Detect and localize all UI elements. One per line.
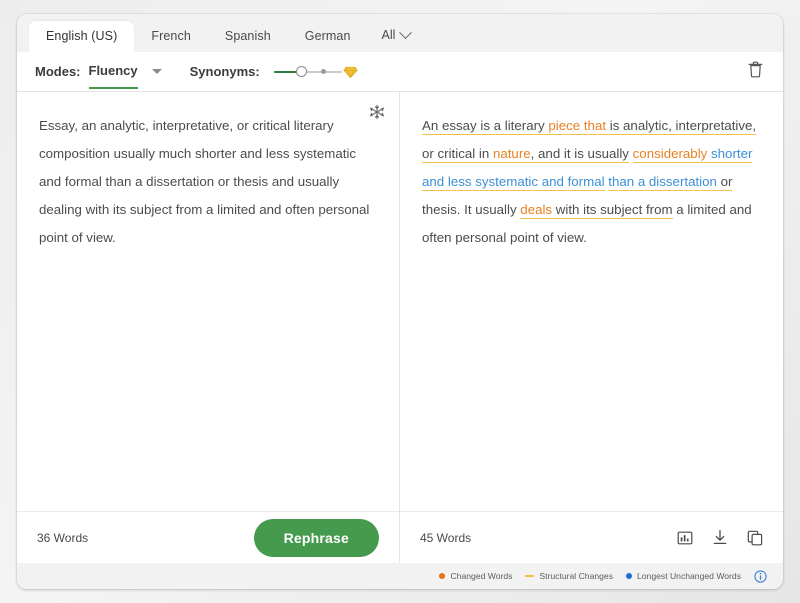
tab-english-us[interactable]: English (US) [29, 20, 135, 52]
legend-marker-dot [439, 573, 446, 579]
source-footer: 36 Words Rephrase [17, 511, 399, 563]
delete-text-button[interactable] [744, 57, 767, 87]
slider-fill [273, 70, 298, 73]
source-panel: Essay, an analytic, interpretative, or c… [17, 92, 400, 563]
output-text: An essay is a literary piece that is ana… [422, 118, 757, 245]
legend-marker-dot [626, 573, 632, 579]
output-segment: piece that [548, 118, 607, 135]
output-word-count: 45 Words [420, 530, 472, 545]
legend-label: Structural Changes [539, 571, 613, 581]
mode-caret-icon[interactable] [151, 69, 162, 74]
legend-label: Changed Words [450, 571, 513, 581]
output-panel: An essay is a literary piece that is ana… [400, 92, 783, 563]
legend-item-changed-words: Changed Words [439, 571, 512, 581]
tab-french[interactable]: French [134, 21, 208, 53]
tab-label: Spanish [224, 28, 271, 43]
synonyms-control: Synonyms: [189, 64, 358, 80]
app-screen: English (US) French Spanish German All M… [0, 0, 800, 603]
mode-value[interactable]: Fluency [88, 63, 138, 89]
stats-icon[interactable] [677, 530, 693, 546]
modes-label: Modes: [35, 64, 81, 79]
output-footer: 45 Words [400, 511, 783, 563]
modes-toolbar: Modes: Fluency Synonyms: [17, 52, 783, 92]
chevron-down-icon [399, 25, 413, 39]
tab-label: German [304, 28, 351, 43]
output-segment: nature [492, 146, 531, 163]
slider-thumb[interactable] [295, 65, 307, 77]
editor-panels: Essay, an analytic, interpretative, or c… [17, 92, 783, 563]
output-text-area[interactable]: An essay is a literary piece that is ana… [400, 92, 783, 511]
tab-all-dropdown[interactable]: All [368, 19, 421, 52]
output-segment: with its [552, 202, 597, 219]
language-tab-bar: English (US) French Spanish German All [17, 14, 783, 52]
legend-item-structural-changes: Structural Changes [525, 571, 613, 581]
legend-item-longest-unchanged-words: Longest Unchanged Words [626, 571, 741, 581]
slider-tick [320, 69, 326, 74]
output-segment: is analytic, [606, 118, 672, 135]
legend-marker-dash [525, 575, 535, 577]
tab-label: English (US) [46, 28, 118, 43]
output-segment: considerably [632, 146, 708, 163]
source-text-area[interactable]: Essay, an analytic, interpretative, or c… [17, 92, 399, 511]
paraphraser-card: English (US) French Spanish German All M… [17, 14, 783, 589]
download-icon[interactable] [712, 529, 728, 546]
copy-icon[interactable] [747, 530, 763, 546]
tab-label: French [151, 28, 191, 43]
tab-all-label: All [381, 28, 396, 42]
legend-label: Longest Unchanged Words [637, 571, 741, 581]
tab-spanish[interactable]: Spanish [208, 21, 288, 53]
source-word-count: 36 Words [37, 530, 89, 545]
source-text: Essay, an analytic, interpretative, or c… [39, 118, 370, 245]
output-segment: deals [520, 202, 553, 219]
info-icon[interactable] [754, 569, 767, 583]
output-segment: subject from [596, 202, 673, 219]
output-segment: An essay is a literary [422, 118, 549, 135]
snowflake-icon[interactable] [369, 102, 385, 130]
trash-icon [748, 61, 763, 83]
output-segment: thesis. It usually [422, 202, 521, 217]
legend-bar: Changed Words Structural Changes Longest… [17, 563, 783, 589]
output-segment: or [716, 174, 733, 191]
rephrase-button[interactable]: Rephrase [253, 518, 379, 557]
tab-german[interactable]: German [288, 21, 368, 53]
output-segment: , and it is usually [530, 146, 629, 163]
synonyms-slider[interactable] [273, 64, 358, 80]
output-actions [677, 529, 763, 546]
synonyms-label: Synonyms: [189, 64, 260, 79]
diamond-icon[interactable] [343, 65, 358, 84]
output-segment: than a dissertation [608, 174, 717, 191]
